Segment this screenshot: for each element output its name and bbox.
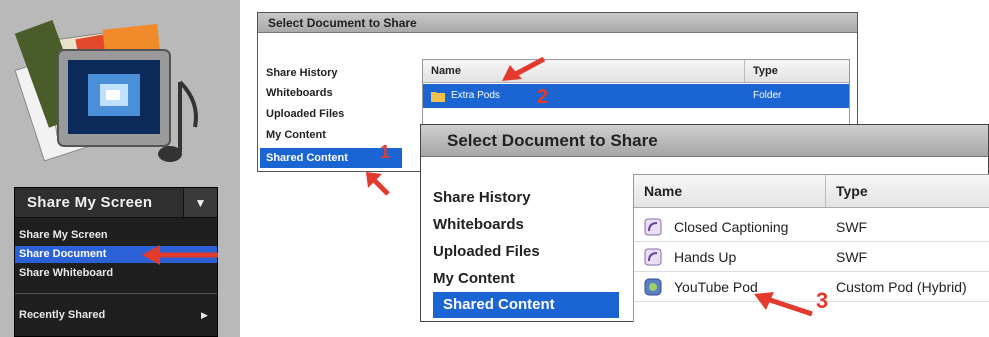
nav-shared-content[interactable]: Shared Content [433, 292, 619, 318]
custom-pod-icon [644, 278, 662, 296]
list-header: Name Type [423, 60, 849, 83]
folder-icon [431, 92, 445, 102]
nav-share-history[interactable]: Share History [266, 63, 408, 83]
select-document-dialog-large: Select Document to Share Share History W… [420, 124, 989, 322]
annotation-number-3: 3 [816, 288, 829, 313]
row-name: Extra Pods [451, 90, 500, 101]
annotation-arrow-up-icon [366, 172, 390, 196]
row-name: Closed Captioning [674, 219, 789, 235]
row-name: Hands Up [674, 249, 737, 265]
column-name[interactable]: Name [634, 175, 826, 207]
annotation-arrow-up-left-icon [754, 292, 813, 317]
share-pod-illustration-icon [14, 20, 198, 162]
menu-divider [15, 293, 217, 294]
table-row[interactable]: Closed Captioning SWF [634, 212, 989, 242]
chevron-right-icon: ▶ [201, 310, 208, 320]
row-type: Custom Pod (Hybrid) [836, 279, 967, 295]
column-type[interactable]: Type [826, 175, 989, 207]
nav-my-content[interactable]: My Content [433, 266, 619, 292]
share-pod-panel: Share My Screen ▼ Share My Screen Share … [0, 0, 240, 337]
annotation-arrow-down-left-icon [502, 56, 546, 81]
row-type: SWF [836, 249, 868, 265]
table-row[interactable]: Hands Up SWF [634, 242, 989, 272]
column-type[interactable]: Type [745, 60, 849, 82]
annotation-arrow-left-icon [142, 245, 218, 265]
nav-share-history[interactable]: Share History [433, 185, 619, 211]
row-type: Folder [753, 90, 782, 101]
nav-uploaded-files[interactable]: Uploaded Files [266, 104, 408, 124]
annotation-number-1: 1 [380, 142, 391, 162]
row-type: SWF [836, 219, 868, 235]
list-header: Name Type [634, 175, 989, 208]
annotation-number-2: 2 [537, 86, 549, 108]
nav-whiteboards[interactable]: Whiteboards [433, 212, 619, 238]
table-row[interactable]: Extra Pods Folder [423, 84, 849, 108]
nav-whiteboards[interactable]: Whiteboards [266, 83, 408, 103]
nav-uploaded-files[interactable]: Uploaded Files [433, 239, 619, 265]
column-name[interactable]: Name [423, 60, 745, 82]
swf-file-icon [644, 218, 662, 236]
swf-file-icon [644, 248, 662, 266]
menu-item-recently-shared[interactable]: Recently Shared [15, 304, 217, 326]
share-dropdown-chevron-down-icon[interactable]: ▼ [183, 188, 217, 218]
share-my-screen-button[interactable]: Share My Screen [15, 188, 183, 218]
dialog-title: Select Document to Share [258, 13, 857, 33]
dialog-title: Select Document to Share [421, 125, 988, 157]
